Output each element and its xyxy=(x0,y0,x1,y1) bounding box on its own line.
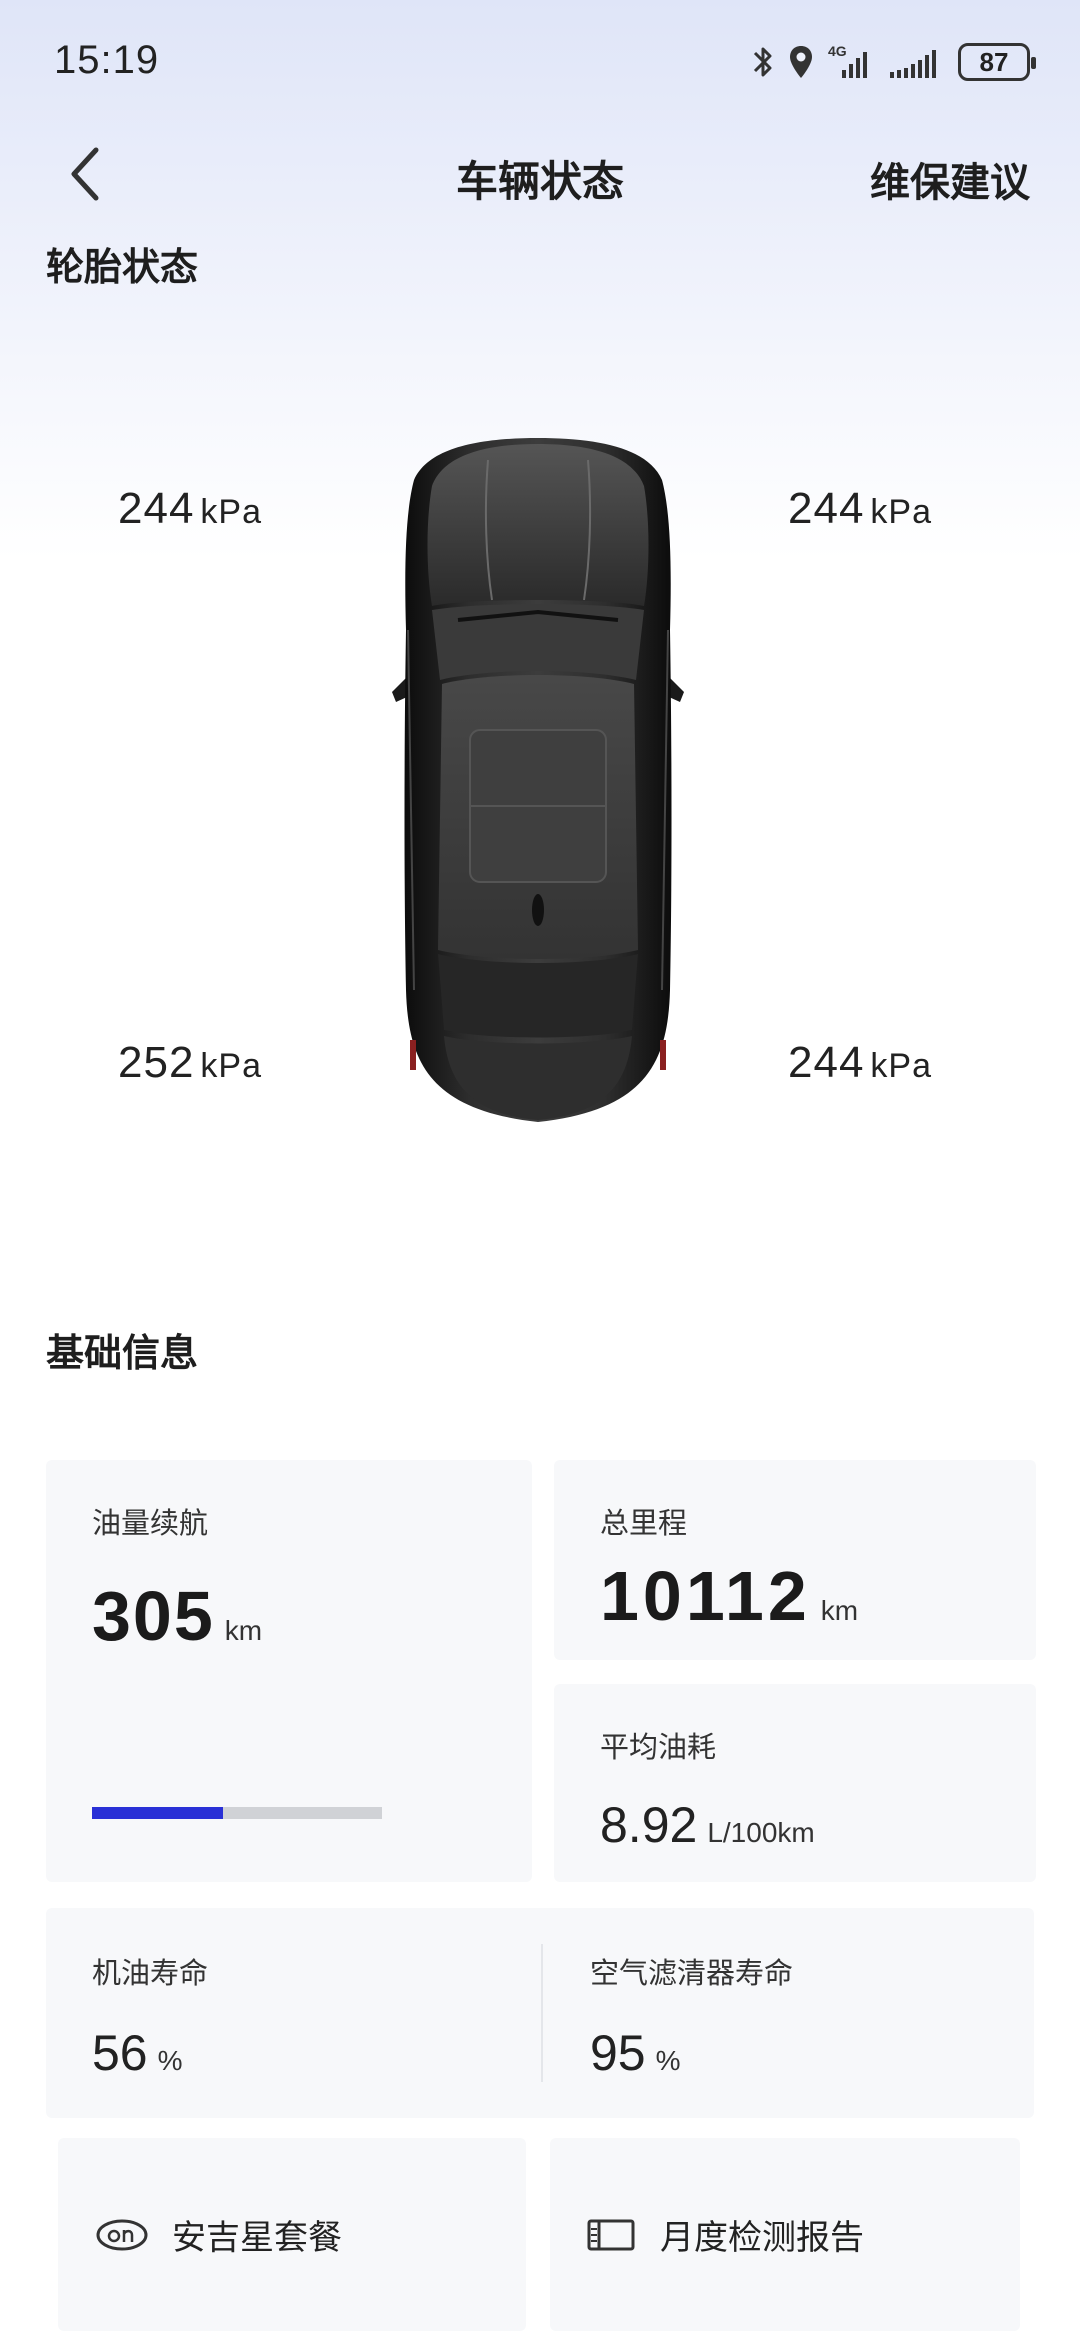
bluetooth-icon xyxy=(752,44,774,80)
tire-rear-left: 252 kPa xyxy=(118,1038,262,1088)
avg-consumption-label: 平均油耗 xyxy=(600,1732,717,1764)
onstar-package-label: 安吉星套餐 xyxy=(172,2219,342,2257)
card-divider xyxy=(541,1944,543,2082)
onstar-package-button[interactable]: 安吉星套餐 xyxy=(58,2138,526,2331)
avg-consumption-value-block: 8.92 L/100km xyxy=(600,1796,815,1854)
location-icon xyxy=(788,44,814,80)
total-mileage-card: 总里程 10112 km xyxy=(554,1460,1036,1660)
monthly-report-label: 月度检测报告 xyxy=(660,2219,864,2257)
back-button[interactable] xyxy=(56,144,116,204)
tire-unit: kPa xyxy=(200,493,263,531)
total-mileage-label: 总里程 xyxy=(600,1508,688,1540)
fuel-range-value: 305 xyxy=(92,1577,215,1655)
tire-front-right: 244 kPa xyxy=(788,484,932,534)
oil-life-value-block: 56% xyxy=(92,2024,183,2082)
tire-status-title: 轮胎状态 xyxy=(46,247,199,289)
network-type-label: 4G xyxy=(828,43,847,59)
top-bar: 车辆状态 维保建议 xyxy=(0,130,1080,220)
status-bar: 15:19 4G 87 xyxy=(0,0,1080,120)
life-stats-card: 机油寿命 56% 空气滤清器寿命 95% xyxy=(46,1908,1034,2118)
air-filter-life-value-block: 95% xyxy=(590,2024,681,2082)
report-icon xyxy=(586,2218,636,2252)
oil-life-label: 机油寿命 xyxy=(92,1958,209,1990)
tire-front-right-value: 244 xyxy=(788,484,865,533)
tire-rear-right-value: 244 xyxy=(788,1038,865,1087)
tire-front-left-value: 244 xyxy=(118,484,195,533)
tire-unit: kPa xyxy=(870,493,933,531)
oil-life-unit: % xyxy=(157,2045,183,2076)
fuel-range-card: 油量续航 305 km xyxy=(46,1460,532,1882)
tire-front-left: 244 kPa xyxy=(118,484,262,534)
total-mileage-unit: km xyxy=(820,1595,859,1626)
tire-rear-right: 244 kPa xyxy=(788,1038,932,1088)
air-filter-life-label: 空气滤清器寿命 xyxy=(590,1958,794,1990)
fuel-range-label: 油量续航 xyxy=(92,1508,209,1540)
maintenance-advice-link[interactable]: 维保建议 xyxy=(870,150,1030,208)
total-mileage-value-block: 10112 km xyxy=(600,1556,858,1636)
oil-life-value: 56 xyxy=(92,2025,148,2081)
signal-4g-icon: 4G xyxy=(828,42,874,82)
tire-rear-left-value: 252 xyxy=(118,1038,195,1087)
fuel-range-unit: km xyxy=(224,1615,263,1646)
car-top-view-image xyxy=(388,430,688,1130)
battery-icon: 87 xyxy=(958,43,1036,81)
status-icons: 4G 87 xyxy=(752,40,1036,84)
avg-consumption-card: 平均油耗 8.92 L/100km xyxy=(554,1684,1036,1882)
onstar-icon xyxy=(96,2218,148,2252)
basic-info-title: 基础信息 xyxy=(46,1333,199,1375)
chevron-left-icon xyxy=(71,147,99,201)
monthly-report-button[interactable]: 月度检测报告 xyxy=(550,2138,1020,2331)
total-mileage-value: 10112 xyxy=(600,1557,811,1635)
air-filter-life-unit: % xyxy=(655,2045,681,2076)
avg-consumption-value: 8.92 xyxy=(600,1797,698,1853)
status-time: 15:19 xyxy=(54,38,160,82)
fuel-level-bar xyxy=(92,1807,382,1819)
fuel-range-value-block: 305 km xyxy=(92,1576,262,1656)
tire-unit: kPa xyxy=(870,1047,933,1085)
tire-unit: kPa xyxy=(200,1047,263,1085)
avg-consumption-unit: L/100km xyxy=(707,1817,815,1848)
fuel-level-fill xyxy=(92,1807,223,1819)
signal-icon xyxy=(888,42,944,82)
air-filter-life-value: 95 xyxy=(590,2025,646,2081)
